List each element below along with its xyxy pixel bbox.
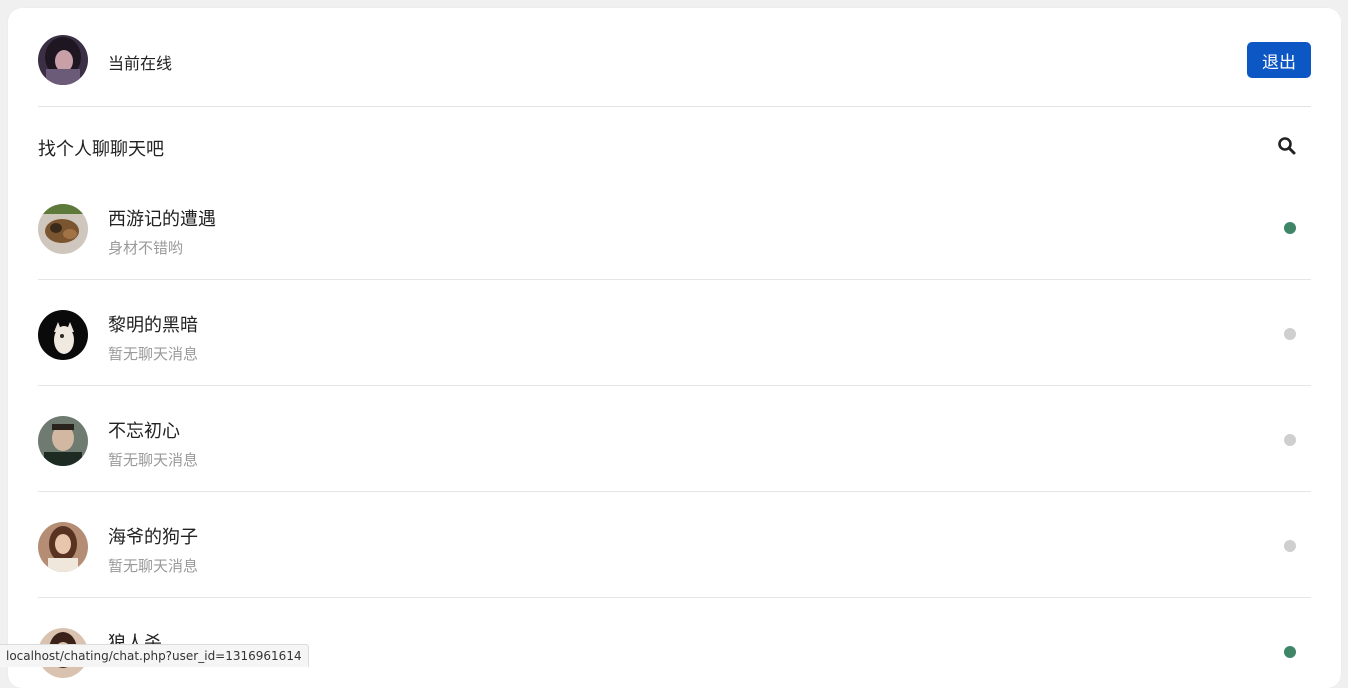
user-avatar — [38, 522, 88, 572]
user-name: 西游记的遭遇 — [108, 205, 216, 231]
last-message: 身材不错哟 — [108, 237, 183, 258]
user-list-item[interactable]: 西游记的遭遇 身材不错哟 — [38, 174, 1311, 280]
search-icon[interactable] — [1277, 136, 1297, 156]
offline-status-dot — [1284, 328, 1296, 340]
online-status-dot — [1284, 646, 1296, 658]
user-avatar — [38, 310, 88, 360]
user-list-item[interactable]: 海爷的狗子 暂无聊天消息 — [38, 492, 1311, 598]
online-status-label: 当前在线 — [108, 50, 172, 74]
user-avatar — [38, 204, 88, 254]
user-list-item[interactable]: 黎明的黑暗 暂无聊天消息 — [38, 280, 1311, 386]
last-message: 暂无聊天消息 — [108, 343, 198, 364]
user-list-item[interactable]: 不忘初心 暂无聊天消息 — [38, 386, 1311, 492]
online-status-dot — [1284, 222, 1296, 234]
last-message: 暂无聊天消息 — [108, 555, 198, 576]
user-name: 黎明的黑暗 — [108, 311, 198, 337]
browser-status-url: localhost/chating/chat.php?user_id=13169… — [0, 644, 309, 667]
current-user-header: 当前在线 退出 — [38, 8, 1311, 107]
user-list-item[interactable]: 狼人杀 — [38, 598, 1311, 688]
offline-status-dot — [1284, 434, 1296, 446]
user-avatar — [38, 416, 88, 466]
search-prompt: 找个人聊聊天吧 — [38, 135, 164, 161]
last-message: 暂无聊天消息 — [108, 449, 198, 470]
offline-status-dot — [1284, 540, 1296, 552]
current-user-avatar — [38, 35, 88, 85]
user-name: 不忘初心 — [108, 417, 180, 443]
chat-panel: 当前在线 退出 找个人聊聊天吧 西游记的遭遇 身材 — [8, 8, 1341, 688]
user-name: 海爷的狗子 — [108, 523, 198, 549]
logout-button[interactable]: 退出 — [1247, 42, 1311, 78]
user-list: 西游记的遭遇 身材不错哟 黎明的黑暗 暂无聊天消息 — [38, 174, 1311, 688]
